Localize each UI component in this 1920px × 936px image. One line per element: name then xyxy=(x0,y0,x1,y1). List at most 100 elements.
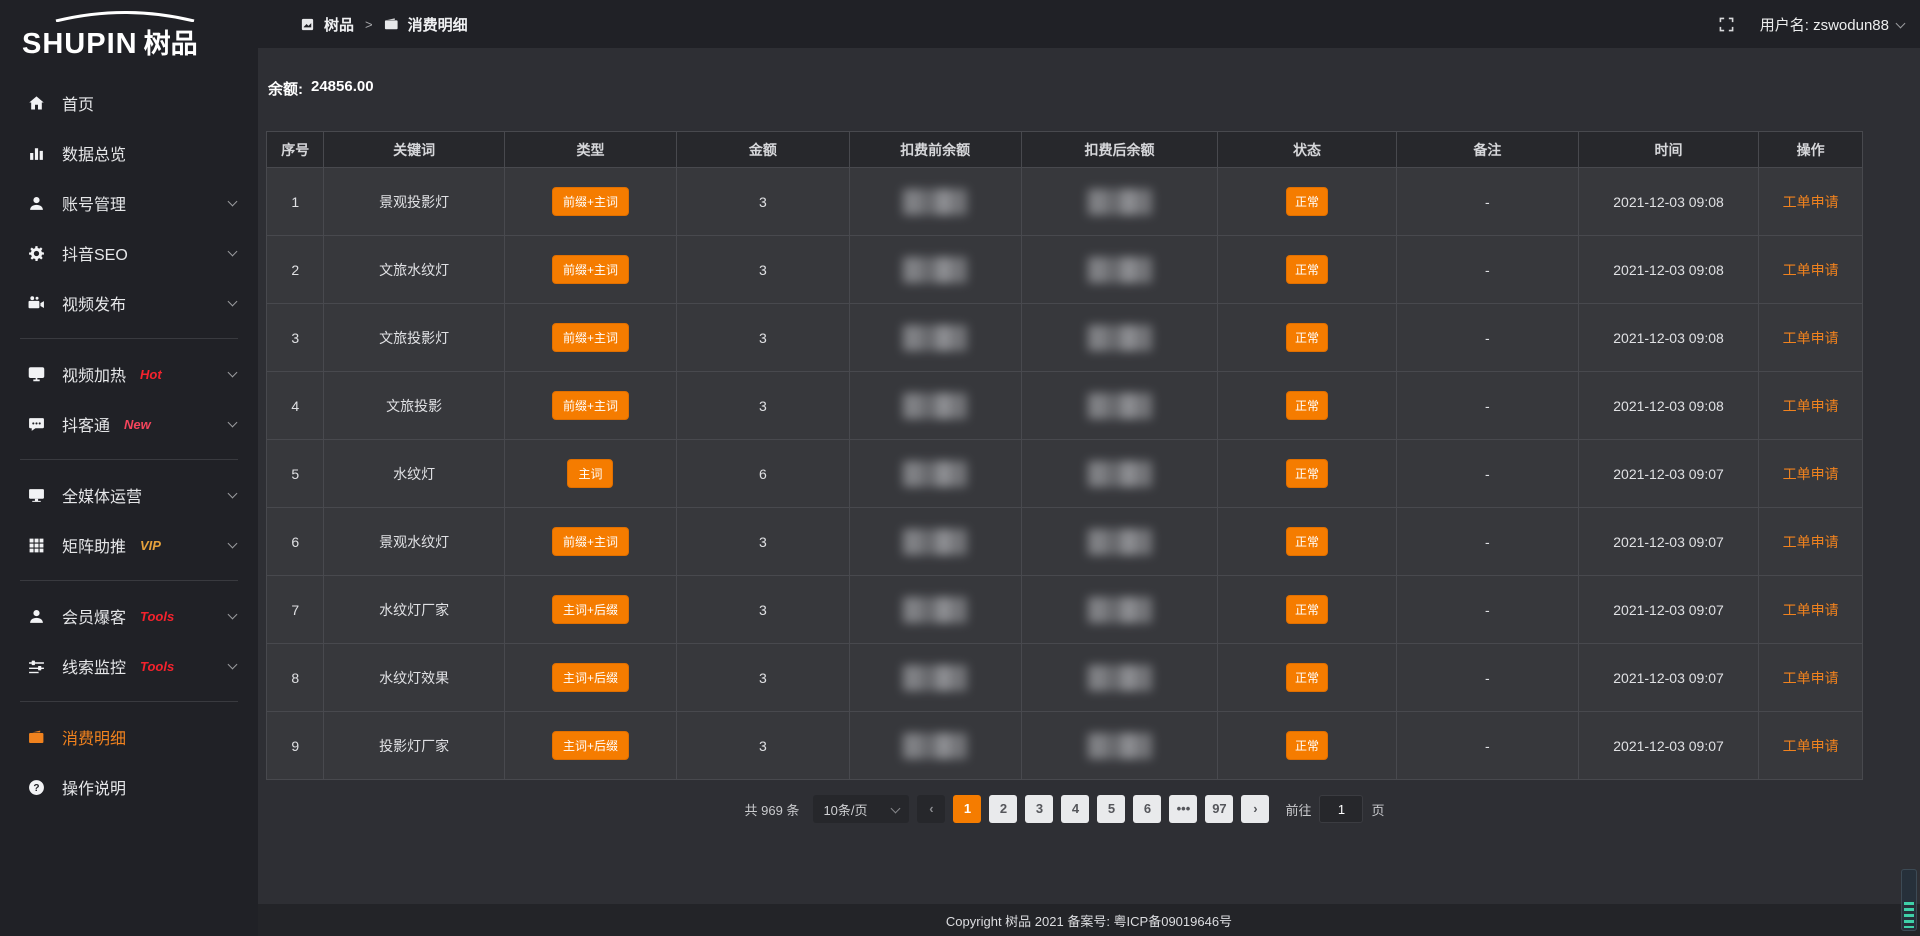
chevron-down-icon xyxy=(228,539,238,549)
cell-time: 2021-12-03 09:08 xyxy=(1578,236,1758,304)
screen-icon xyxy=(26,364,46,384)
content: 余额: 24856.00 序号关键词类型金额扣费前余额扣费后余额状态备注时间操作… xyxy=(258,48,1920,904)
sidebar-item-operation-guide[interactable]: ?操作说明 xyxy=(0,762,258,812)
table-row: 5水纹灯主词6正常-2021-12-03 09:07工单申请 xyxy=(267,440,1863,508)
sidebar-item-data-overview[interactable]: 数据总览 xyxy=(0,128,258,178)
sidebar-item-video-heat[interactable]: 视频加热Hot xyxy=(0,349,258,399)
next-page-button[interactable]: › xyxy=(1241,795,1269,823)
redacted-balance-before xyxy=(903,325,967,351)
sidebar-item-lead-monitor[interactable]: 线索监控Tools xyxy=(0,641,258,691)
work-order-link[interactable]: 工单申请 xyxy=(1783,670,1839,686)
page-button-5[interactable]: 5 xyxy=(1097,795,1125,823)
consumption-table: 序号关键词类型金额扣费前余额扣费后余额状态备注时间操作 1景观投影灯前缀+主词3… xyxy=(266,131,1863,780)
type-badge: 主词 xyxy=(567,459,613,488)
redacted-balance-before xyxy=(903,257,967,283)
sidebar-item-label: 抖音SEO xyxy=(62,241,128,265)
work-order-link[interactable]: 工单申请 xyxy=(1783,602,1839,618)
chart-icon xyxy=(26,143,46,163)
redacted-balance-before xyxy=(903,597,967,623)
sidebar-item-matrix-boost[interactable]: 矩阵助推VIP xyxy=(0,520,258,570)
cell-status: 正常 xyxy=(1218,440,1397,508)
goto-page-input[interactable] xyxy=(1319,795,1363,823)
cell-remark: - xyxy=(1396,236,1578,304)
cell-status: 正常 xyxy=(1218,236,1397,304)
redacted-balance-after xyxy=(1088,393,1152,419)
footer: Copyright 树品 2021 备案号: 粤ICP备09019646号 xyxy=(258,904,1920,936)
page-button-4[interactable]: 4 xyxy=(1061,795,1089,823)
work-order-link[interactable]: 工单申请 xyxy=(1783,194,1839,210)
sidebar-item-douketong[interactable]: 抖客通New xyxy=(0,399,258,449)
table-row: 6景观水纹灯前缀+主词3正常-2021-12-03 09:07工单申请 xyxy=(267,508,1863,576)
cell-action: 工单申请 xyxy=(1759,712,1863,780)
cell-action: 工单申请 xyxy=(1759,236,1863,304)
sidebar-item-member-burst[interactable]: 会员爆客Tools xyxy=(0,591,258,641)
cell-amount: 3 xyxy=(677,712,849,780)
pagination-total: 共 969 条 xyxy=(745,800,800,819)
cell-balance_before xyxy=(849,372,1021,440)
page-size-select[interactable]: 10条/页 xyxy=(813,795,909,823)
page-button-1[interactable]: 1 xyxy=(953,795,981,823)
work-order-link[interactable]: 工单申请 xyxy=(1783,330,1839,346)
sidebar-item-omnimedia-operation[interactable]: 全媒体运营 xyxy=(0,470,258,520)
work-order-link[interactable]: 工单申请 xyxy=(1783,398,1839,414)
breadcrumb-home[interactable]: 树品 xyxy=(324,14,354,35)
sidebar-item-label: 首页 xyxy=(62,91,94,115)
chevron-down-icon xyxy=(228,297,238,307)
sidebar-item-label: 视频发布 xyxy=(62,291,126,315)
cell-keyword: 文旅水纹灯 xyxy=(324,236,504,304)
work-order-link[interactable]: 工单申请 xyxy=(1783,262,1839,278)
status-badge: 正常 xyxy=(1286,663,1328,692)
sidebar-divider xyxy=(20,701,238,702)
cell-type: 前缀+主词 xyxy=(504,372,676,440)
redacted-balance-after xyxy=(1088,665,1152,691)
column-header: 关键词 xyxy=(324,132,504,168)
more-pages-button[interactable]: ••• xyxy=(1169,795,1197,823)
chat-icon xyxy=(26,414,46,434)
cell-balance_before xyxy=(849,644,1021,712)
sidebar: SHUPIN 树品 首页数据总览账号管理抖音SEO视频发布视频加热Hot抖客通N… xyxy=(0,0,258,936)
cell-keyword: 水纹灯厂家 xyxy=(324,576,504,644)
page-button-2[interactable]: 2 xyxy=(989,795,1017,823)
cell-balance_after xyxy=(1021,236,1217,304)
cell-no: 1 xyxy=(267,168,324,236)
status-badge: 正常 xyxy=(1286,459,1328,488)
cell-remark: - xyxy=(1396,304,1578,372)
balance: 余额: 24856.00 xyxy=(268,78,1863,99)
work-order-link[interactable]: 工单申请 xyxy=(1783,466,1839,482)
cell-type: 前缀+主词 xyxy=(504,236,676,304)
page-button-3[interactable]: 3 xyxy=(1025,795,1053,823)
table-row: 1景观投影灯前缀+主词3正常-2021-12-03 09:08工单申请 xyxy=(267,168,1863,236)
page-button-97[interactable]: 97 xyxy=(1205,795,1233,823)
work-order-link[interactable]: 工单申请 xyxy=(1783,534,1839,550)
chevron-down-icon xyxy=(228,489,238,499)
work-order-link[interactable]: 工单申请 xyxy=(1783,738,1839,754)
logo-arc-icon xyxy=(50,10,200,22)
cell-time: 2021-12-03 09:08 xyxy=(1578,304,1758,372)
prev-page-button[interactable]: ‹ xyxy=(917,795,945,823)
column-header: 类型 xyxy=(504,132,676,168)
column-header: 时间 xyxy=(1578,132,1758,168)
sidebar-item-video-publish[interactable]: 视频发布 xyxy=(0,278,258,328)
sidebar-item-home[interactable]: 首页 xyxy=(0,78,258,128)
page-button-6[interactable]: 6 xyxy=(1133,795,1161,823)
sidebar-item-consumption-detail[interactable]: 消费明细 xyxy=(0,712,258,762)
sidebar-item-tag: New xyxy=(124,417,151,432)
fullscreen-icon[interactable] xyxy=(1719,17,1734,32)
cell-time: 2021-12-03 09:08 xyxy=(1578,372,1758,440)
sidebar-item-account-management[interactable]: 账号管理 xyxy=(0,178,258,228)
wallet-icon xyxy=(26,727,46,747)
cell-amount: 3 xyxy=(677,168,849,236)
cell-balance_after xyxy=(1021,576,1217,644)
goto-label: 前往 xyxy=(1285,800,1311,819)
cell-action: 工单申请 xyxy=(1759,440,1863,508)
redacted-balance-after xyxy=(1088,597,1152,623)
cell-keyword: 投影灯厂家 xyxy=(324,712,504,780)
user-menu[interactable]: 用户名: zswodun88 xyxy=(1760,14,1904,35)
cell-no: 8 xyxy=(267,644,324,712)
breadcrumb-current: 消费明细 xyxy=(408,14,468,35)
sidebar-item-douyin-seo[interactable]: 抖音SEO xyxy=(0,228,258,278)
type-badge: 前缀+主词 xyxy=(552,255,629,284)
table-row: 9投影灯厂家主词+后缀3正常-2021-12-03 09:07工单申请 xyxy=(267,712,1863,780)
chevron-down-icon xyxy=(228,660,238,670)
cell-no: 3 xyxy=(267,304,324,372)
